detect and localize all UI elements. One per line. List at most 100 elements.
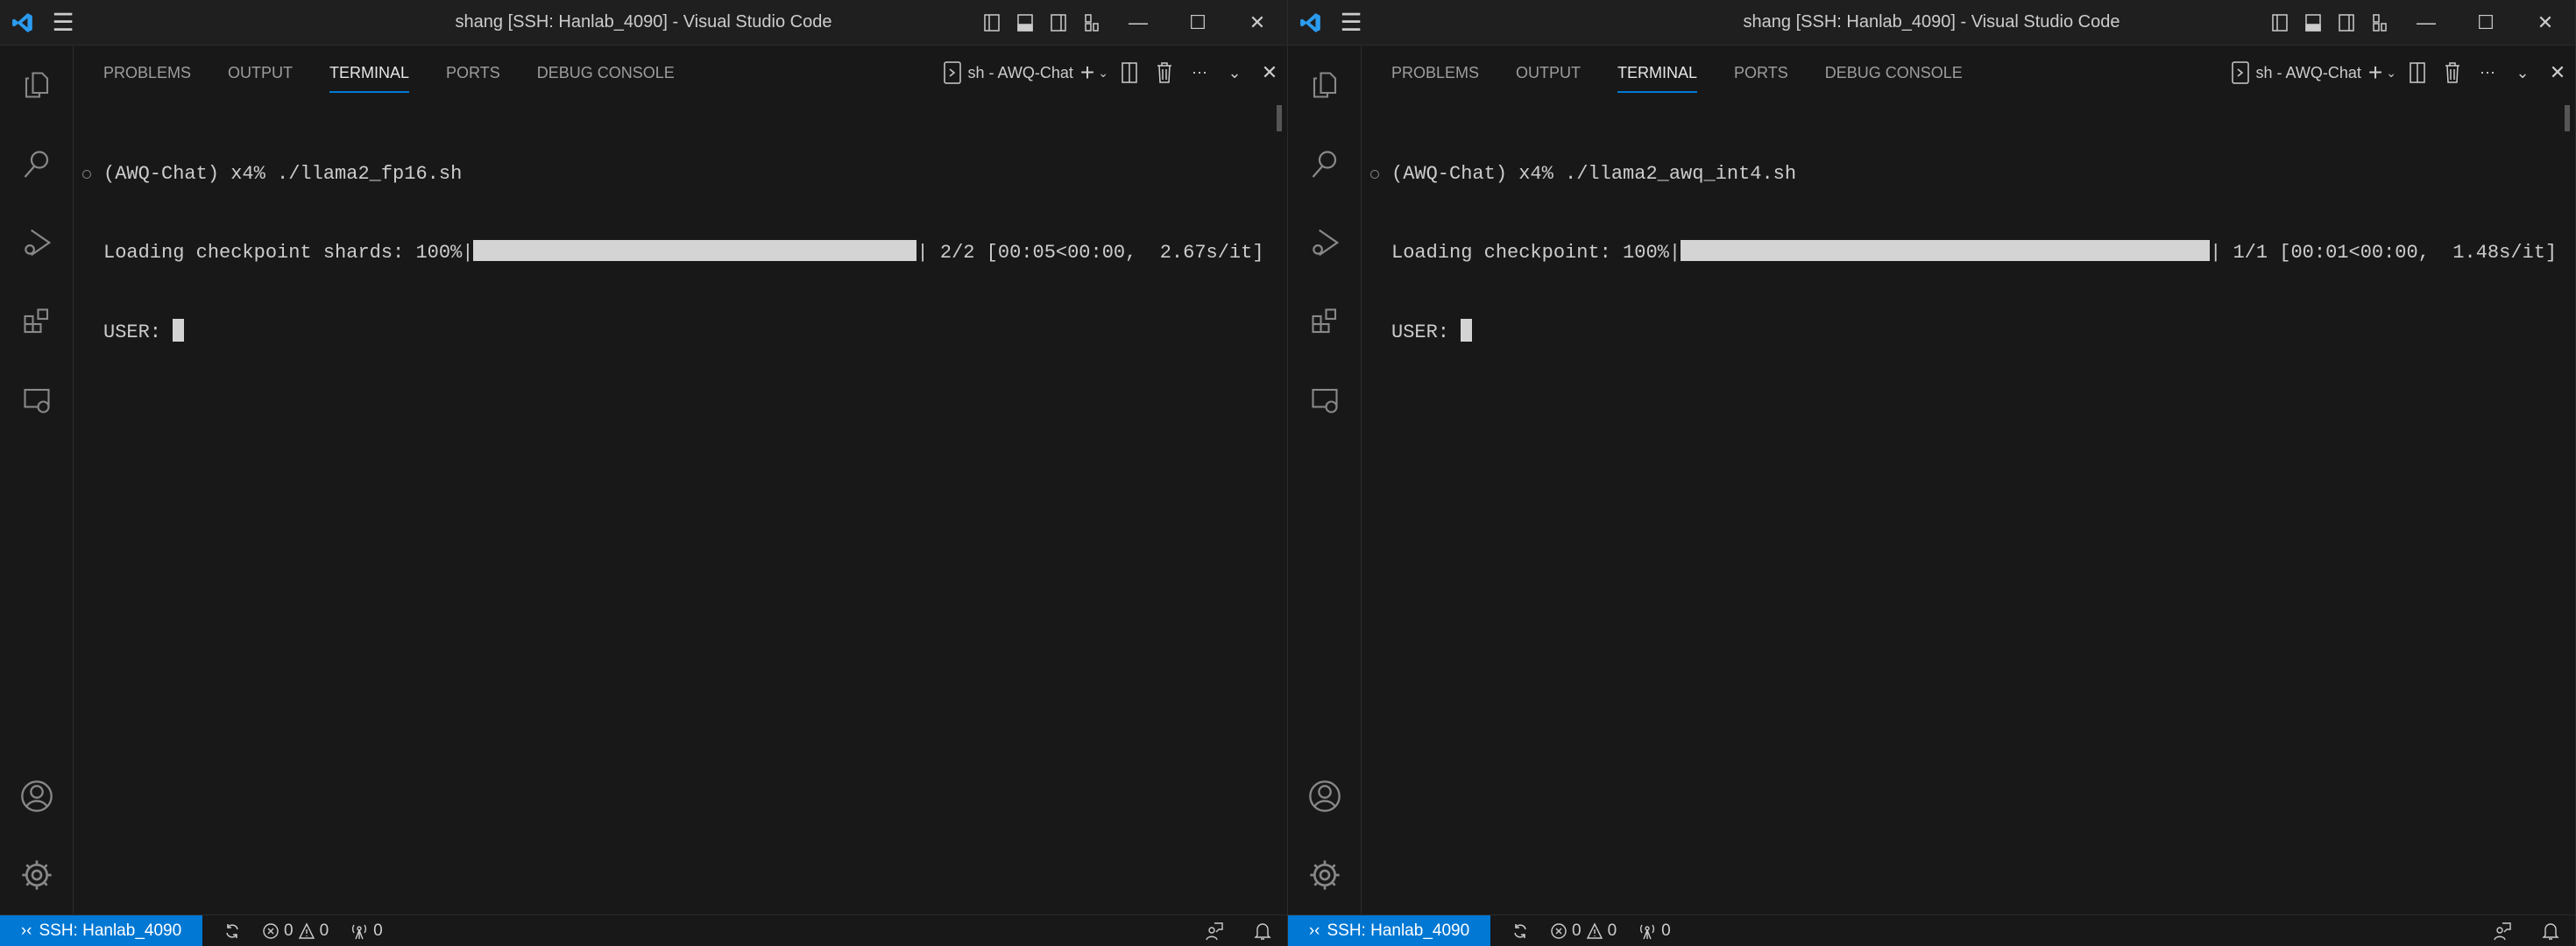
close-window-button[interactable]: ✕ bbox=[1228, 0, 1287, 46]
chevron-down-icon[interactable]: ⌄ bbox=[2386, 66, 2396, 81]
progress-suffix: | 1/1 [00:01<00:00, 1.48s/it] bbox=[2210, 242, 2558, 264]
ports-count: 0 bbox=[373, 921, 383, 940]
toggle-panel-icon[interactable] bbox=[1008, 0, 1042, 46]
tab-terminal[interactable]: TERMINAL bbox=[329, 46, 410, 100]
vscode-logo-icon bbox=[1288, 0, 1334, 46]
search-icon[interactable] bbox=[0, 124, 74, 203]
activity-bar bbox=[0, 46, 74, 914]
terminal-output[interactable]: (AWQ-Chat) x4% ./llama2_awq_int4.sh Load… bbox=[1370, 109, 2558, 398]
toggle-secondary-sidebar-icon[interactable] bbox=[2330, 0, 2363, 46]
ports-indicator[interactable]: 0 bbox=[350, 921, 383, 941]
settings-gear-icon[interactable] bbox=[1288, 836, 1362, 914]
settings-gear-icon[interactable] bbox=[0, 836, 74, 914]
vscode-window: ☰ shang [SSH: Hanlab_4090] - Visual Stud… bbox=[1288, 0, 2576, 946]
tab-problems[interactable]: PROBLEMS bbox=[1391, 46, 1479, 100]
tab-ports[interactable]: PORTS bbox=[446, 46, 500, 100]
new-terminal-button[interactable]: + ⌄ bbox=[1077, 46, 1112, 100]
kill-terminal-icon[interactable] bbox=[2435, 46, 2470, 100]
problems-indicator[interactable]: 0 0 bbox=[262, 921, 329, 941]
toggle-primary-sidebar-icon[interactable] bbox=[975, 0, 1008, 46]
accounts-icon[interactable] bbox=[0, 757, 74, 836]
maximize-panel-icon[interactable]: ⌄ bbox=[1217, 46, 1252, 100]
accounts-icon[interactable] bbox=[1288, 757, 1362, 836]
run-debug-icon[interactable] bbox=[0, 203, 74, 282]
run-debug-icon[interactable] bbox=[1288, 203, 1362, 282]
toggle-panel-icon[interactable] bbox=[2296, 0, 2330, 46]
sync-icon[interactable] bbox=[1511, 922, 1529, 940]
scrollbar[interactable] bbox=[2565, 105, 2570, 131]
chevron-down-icon[interactable]: ⌄ bbox=[1098, 66, 1108, 81]
split-terminal-icon[interactable] bbox=[2400, 46, 2435, 100]
terminal-name: sh - AWQ-Chat bbox=[2255, 63, 2361, 81]
terminal-panel: PROBLEMS OUTPUT TERMINAL PORTS DEBUG CONSOLE… bbox=[74, 46, 1287, 914]
customize-layout-icon[interactable] bbox=[1075, 0, 1108, 46]
tab-output[interactable]: OUTPUT bbox=[1516, 46, 1581, 100]
tab-problems[interactable]: PROBLEMS bbox=[103, 46, 191, 100]
remote-indicator[interactable]: ›‹ SSH: Hanlab_4090 bbox=[0, 914, 202, 946]
more-actions-icon[interactable]: ⋯ bbox=[2470, 46, 2505, 100]
maximize-panel-icon[interactable]: ⌄ bbox=[2505, 46, 2540, 100]
error-count: 0 bbox=[1572, 921, 1582, 940]
terminal-icon bbox=[943, 61, 961, 84]
feedback-icon[interactable] bbox=[2493, 921, 2512, 941]
tab-debug-console[interactable]: DEBUG CONSOLE bbox=[1825, 46, 1963, 100]
extensions-icon[interactable] bbox=[1288, 282, 1362, 361]
more-actions-icon[interactable]: ⋯ bbox=[1182, 46, 1217, 100]
progress-bar bbox=[1681, 240, 2211, 261]
screen: ☰ shang [SSH: Hanlab_4090] - Visual Stud… bbox=[0, 0, 2576, 946]
explorer-icon[interactable] bbox=[1288, 46, 1362, 124]
remote-label: SSH: Hanlab_4090 bbox=[1327, 921, 1470, 940]
error-count: 0 bbox=[284, 921, 294, 940]
maximize-button[interactable]: ☐ bbox=[2456, 0, 2516, 46]
minimize-button[interactable]: — bbox=[2396, 0, 2456, 46]
progress-prefix: Loading checkpoint: 100%| bbox=[1391, 242, 1681, 264]
customize-layout-icon[interactable] bbox=[2363, 0, 2396, 46]
warning-icon bbox=[1586, 921, 1603, 940]
feedback-icon[interactable] bbox=[1205, 921, 1224, 941]
tab-debug-console[interactable]: DEBUG CONSOLE bbox=[537, 46, 675, 100]
sync-icon[interactable] bbox=[223, 922, 241, 940]
terminal-line: USER: bbox=[1391, 319, 2558, 345]
warning-count: 0 bbox=[319, 921, 329, 940]
maximize-button[interactable]: ☐ bbox=[1168, 0, 1228, 46]
menu-button[interactable]: ☰ bbox=[1334, 0, 1369, 46]
title-bar: ☰ shang [SSH: Hanlab_4090] - Visual Stud… bbox=[0, 0, 1287, 46]
scrollbar[interactable] bbox=[1277, 105, 1282, 131]
terminal-selector[interactable]: sh - AWQ-Chat bbox=[2228, 46, 2365, 100]
close-window-button[interactable]: ✕ bbox=[2516, 0, 2575, 46]
tab-terminal[interactable]: TERMINAL bbox=[1617, 46, 1698, 100]
remote-explorer-icon[interactable] bbox=[0, 361, 74, 440]
close-panel-icon[interactable]: ✕ bbox=[2540, 46, 2575, 100]
remote-indicator[interactable]: ›‹ SSH: Hanlab_4090 bbox=[1288, 914, 1490, 946]
close-panel-icon[interactable]: ✕ bbox=[1252, 46, 1287, 100]
progress-suffix: | 2/2 [00:05<00:00, 2.67s/it] bbox=[916, 242, 1264, 264]
ports-icon bbox=[350, 922, 369, 940]
terminal-line: (AWQ-Chat) x4% ./llama2_fp16.sh bbox=[82, 161, 1270, 187]
tab-ports[interactable]: PORTS bbox=[1734, 46, 1788, 100]
notifications-bell-icon[interactable] bbox=[2542, 921, 2559, 941]
tab-output[interactable]: OUTPUT bbox=[228, 46, 293, 100]
ports-icon bbox=[1638, 922, 1657, 940]
title-bar: ☰ shang [SSH: Hanlab_4090] - Visual Stud… bbox=[1288, 0, 2575, 46]
split-terminal-icon[interactable] bbox=[1112, 46, 1147, 100]
problems-indicator[interactable]: 0 0 bbox=[1550, 921, 1617, 941]
terminal-selector[interactable]: sh - AWQ-Chat bbox=[940, 46, 1077, 100]
terminal-line: Loading checkpoint shards: 100%| | 2/2 [0… bbox=[103, 240, 1270, 266]
terminal-output[interactable]: (AWQ-Chat) x4% ./llama2_fp16.sh Loading … bbox=[82, 109, 1270, 398]
toggle-primary-sidebar-icon[interactable] bbox=[2263, 0, 2296, 46]
notifications-bell-icon[interactable] bbox=[1254, 921, 1271, 941]
ports-indicator[interactable]: 0 bbox=[1638, 921, 1671, 941]
error-icon bbox=[262, 922, 280, 940]
explorer-icon[interactable] bbox=[0, 46, 74, 124]
terminal-panel: PROBLEMS OUTPUT TERMINAL PORTS DEBUG CONSOLE… bbox=[1362, 46, 2575, 914]
remote-explorer-icon[interactable] bbox=[1288, 361, 1362, 440]
extensions-icon[interactable] bbox=[0, 282, 74, 361]
kill-terminal-icon[interactable] bbox=[1147, 46, 1182, 100]
minimize-button[interactable]: — bbox=[1108, 0, 1168, 46]
new-terminal-button[interactable]: + ⌄ bbox=[2365, 46, 2400, 100]
warning-icon bbox=[298, 921, 315, 940]
menu-button[interactable]: ☰ bbox=[46, 0, 81, 46]
remote-label: SSH: Hanlab_4090 bbox=[39, 921, 182, 940]
toggle-secondary-sidebar-icon[interactable] bbox=[1042, 0, 1075, 46]
search-icon[interactable] bbox=[1288, 124, 1362, 203]
